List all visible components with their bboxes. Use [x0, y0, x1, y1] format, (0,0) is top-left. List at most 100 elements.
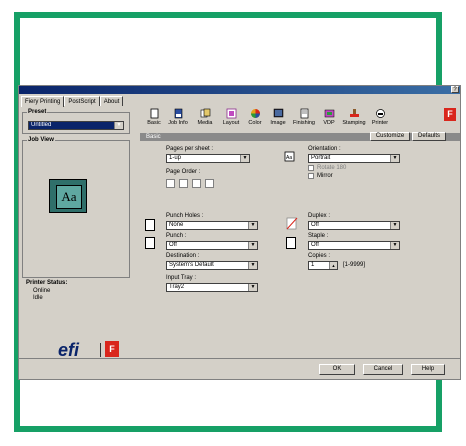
orientation-icon: Aa	[284, 151, 295, 162]
chevron-down-icon: ▼	[390, 222, 399, 229]
toolbar-color-label: Color	[248, 120, 262, 126]
chevron-down-icon: ▼	[248, 222, 257, 229]
rotate-180-checkbox[interactable]	[308, 165, 314, 171]
dialog-footer: OK Cancel Help	[19, 358, 460, 379]
destination-select[interactable]: System's Default ▼	[166, 261, 258, 270]
punch-holes-page-icon	[145, 219, 155, 231]
toolbar-job-info-label: Job Info	[168, 120, 188, 126]
tab-fiery-printing[interactable]: Fiery Printing	[21, 96, 65, 107]
rotate-180-label: Rotate 180	[317, 165, 347, 171]
input-tray-value: Tray2	[169, 284, 185, 290]
punch-holes-value: None	[169, 222, 184, 228]
chevron-down-icon: ▼	[248, 284, 257, 291]
toolbar-printer[interactable]: Printer	[366, 107, 394, 126]
feature-toolbar: Basic Job Info Media Layout Color Image …	[140, 107, 460, 133]
chevron-down-icon: ▼	[114, 122, 123, 129]
page-order-option-2[interactable]	[179, 179, 188, 188]
svg-text:Aa: Aa	[286, 155, 292, 161]
customize-button[interactable]: Customize	[370, 132, 410, 141]
page-order-option-1[interactable]	[166, 179, 175, 188]
job-view-label: Job View	[27, 137, 55, 144]
pages-per-sheet-label: Pages per sheet :	[166, 146, 214, 152]
page-order-option-3[interactable]	[192, 179, 201, 188]
toolbar-media-label: Media	[197, 120, 213, 126]
title-bar: ?	[19, 86, 460, 94]
printer-icon	[375, 109, 385, 118]
toolbar-job-info[interactable]: Job Info	[164, 107, 192, 126]
mirror-label: Mirror	[317, 173, 333, 179]
mirror-checkbox[interactable]	[308, 173, 314, 179]
fiery-logo-icon: F	[105, 341, 119, 357]
punch-page-icon	[145, 237, 155, 249]
left-panel: Preset Untitled ▼ Job View Aa Printer St…	[22, 108, 130, 360]
chevron-down-icon: ▼	[248, 242, 257, 249]
tab-about[interactable]: About	[99, 96, 124, 106]
toolbar-vdp[interactable]: VDP	[315, 107, 343, 126]
media-icon	[200, 108, 210, 118]
staple-select[interactable]: Off ▼	[308, 241, 400, 250]
punch-select[interactable]: Off ▼	[166, 241, 258, 250]
toolbar-media[interactable]: Media	[191, 107, 219, 126]
preset-select[interactable]: Untitled ▼	[28, 121, 124, 130]
basic-content: Pages per sheet : 1-up ▼ Page Order : Aa…	[140, 141, 460, 361]
tab-strip: Fiery Printing PostScript About	[21, 96, 124, 107]
pages-per-sheet-select[interactable]: 1-up ▼	[166, 154, 250, 163]
page-order-option-4[interactable]	[205, 179, 214, 188]
orientation-select[interactable]: Portrait ▼	[308, 154, 400, 163]
copies-label: Copies :	[308, 253, 331, 259]
punch-value: Off	[169, 242, 177, 248]
help-title-button[interactable]: ?	[451, 86, 459, 93]
printer-status-label: Printer Status:	[26, 280, 68, 286]
job-view-preview: Aa	[49, 179, 87, 213]
vdp-icon	[324, 109, 334, 118]
defaults-button[interactable]: Defaults	[412, 132, 446, 141]
toolbar-basic-label: Basic	[147, 120, 161, 126]
toolbar-finishing[interactable]: Finishing	[290, 107, 318, 126]
duplex-icon	[286, 217, 298, 230]
duplex-value: Off	[311, 222, 319, 228]
chevron-down-icon: ▼	[390, 155, 399, 162]
chevron-down-icon: ▼	[390, 242, 399, 249]
preset-label: Preset	[27, 109, 48, 116]
section-title: Basic	[146, 134, 161, 140]
spinner-icon[interactable]: ▲	[329, 262, 337, 269]
punch-holes-select[interactable]: None ▼	[166, 221, 258, 230]
chevron-down-icon: ▼	[248, 262, 257, 269]
toolbar-stamping[interactable]: Stamping	[340, 107, 368, 126]
toolbar-printer-label: Printer	[371, 120, 389, 126]
ok-button[interactable]: OK	[319, 364, 355, 375]
layout-icon	[226, 108, 236, 119]
input-tray-select[interactable]: Tray2 ▼	[166, 283, 258, 292]
logo-divider	[100, 343, 101, 357]
page-order-label: Page Order :	[166, 169, 201, 175]
toolbar-finishing-label: Finishing	[292, 120, 315, 126]
staple-label: Staple :	[308, 233, 329, 239]
copies-input[interactable]: 1 ▲	[308, 261, 338, 270]
help-button[interactable]: Help	[411, 364, 445, 375]
preset-group: Preset Untitled ▼	[22, 109, 130, 134]
toolbar-stamping-label: Stamping	[342, 120, 366, 126]
toolbar-vdp-label: VDP	[323, 120, 335, 126]
staple-value: Off	[311, 242, 319, 248]
punch-label: Punch :	[166, 233, 187, 239]
destination-label: Destination :	[166, 253, 200, 259]
orientation-label: Orientation :	[308, 146, 341, 152]
chevron-down-icon: ▼	[240, 155, 249, 162]
toolbar-image[interactable]: Image	[264, 107, 292, 126]
finishing-icon	[300, 108, 308, 119]
image-icon	[273, 108, 283, 118]
status-idle: Idle	[33, 295, 43, 301]
preset-value: Untitled	[31, 122, 52, 128]
cancel-button[interactable]: Cancel	[363, 364, 403, 375]
destination-value: System's Default	[169, 262, 214, 268]
job-view-group: Job View Aa	[22, 137, 130, 278]
basic-icon	[150, 108, 158, 119]
tab-postscript[interactable]: PostScript	[64, 96, 100, 106]
pages-per-sheet-value: 1-up	[169, 155, 182, 161]
input-tray-label: Input Tray :	[166, 275, 197, 281]
punch-holes-label: Punch Holes :	[166, 213, 204, 219]
duplex-label: Duplex :	[308, 213, 331, 219]
stamping-icon	[349, 109, 359, 117]
duplex-select[interactable]: Off ▼	[308, 221, 400, 230]
toolbar-layout-label: Layout	[222, 120, 240, 126]
